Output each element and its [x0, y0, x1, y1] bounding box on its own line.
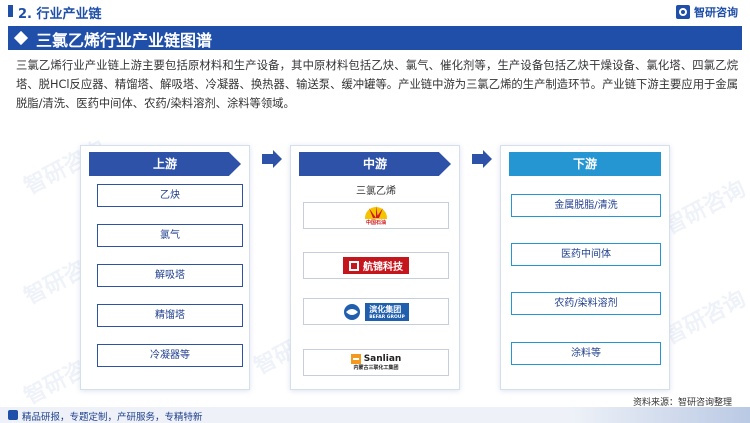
befar-name: 滨化集团: [369, 304, 402, 314]
petrochina-logo-icon: [365, 206, 387, 219]
downstream-header: 下游: [509, 152, 661, 176]
footer-text: 精品研报，专题定制，产研服务，专精特新: [22, 412, 203, 423]
brand: 智研咨询: [676, 4, 738, 20]
company-logo-befar: 滨化集团 BEFAR GROUP: [303, 298, 449, 325]
midstream-product-label: 三氯乙烯: [356, 186, 396, 197]
top-bar: 2. 行业产业链 智研咨询: [0, 0, 750, 22]
upstream-item: 乙炔: [97, 184, 243, 207]
upstream-header: 上游: [89, 152, 241, 176]
downstream-column: 下游 金属脱脂/清洗 医药中间体 农药/染料溶剂 涂料等: [500, 145, 670, 390]
arrow-right-icon: [262, 150, 282, 168]
downstream-item: 农药/染料溶剂: [511, 292, 661, 315]
downstream-item: 金属脱脂/清洗: [511, 194, 661, 217]
upstream-item: 精馏塔: [97, 304, 243, 327]
company-logo-petrochina: 中国石油: [303, 202, 449, 229]
befar-logo-icon: [344, 303, 361, 320]
upstream-item: 冷凝器等: [97, 344, 243, 367]
downstream-item: 医药中间体: [511, 243, 661, 266]
brand-name: 智研咨询: [694, 6, 738, 19]
midstream-header: 中游: [299, 152, 451, 176]
intro-paragraph: 三氯乙烯行业产业链上游主要包括原材料和生产设备，其中原材料包括乙炔、氯气、催化剂…: [16, 59, 738, 110]
upstream-column: 上游 乙炔 氯气 解吸塔 精馏塔 冷凝器等: [80, 145, 250, 390]
sanlian-subtitle: 内蒙古三联化工集团: [353, 365, 399, 371]
section-title: 2. 行业产业链: [18, 7, 102, 22]
section-marker: [8, 5, 13, 17]
upstream-item: 解吸塔: [97, 264, 243, 287]
footer-decoration: [570, 407, 750, 423]
hangjin-logo-icon: [349, 260, 359, 271]
petrochina-name: 中国石油: [365, 220, 386, 226]
company-logo-sanlian: Sanlian 内蒙古三联化工集团: [303, 349, 449, 376]
downstream-item: 涂料等: [511, 342, 661, 365]
upstream-item: 氯气: [97, 224, 243, 247]
befar-subtitle: BEFAR GROUP: [369, 314, 405, 320]
footer-bar: 精品研报，专题定制，产研服务，专精特新: [0, 407, 750, 423]
page-title: 三氯乙烯行业产业链图谱: [36, 31, 213, 50]
footer-logo-icon: [8, 410, 18, 420]
sanlian-name: Sanlian: [363, 354, 402, 364]
watermark: 智研咨询: [660, 286, 750, 350]
midstream-column: 中游 三氯乙烯 中国石油 航锦科技 滨化集团 BEFAR GROUP Sanli…: [290, 145, 460, 390]
hangjin-name: 航锦科技: [363, 262, 403, 273]
arrow-right-icon: [472, 150, 492, 168]
title-banner: 三氯乙烯行业产业链图谱: [8, 26, 742, 50]
watermark: 智研咨询: [660, 176, 750, 240]
company-logo-hangjin: 航锦科技: [303, 252, 449, 279]
diamond-icon: [13, 30, 29, 46]
brand-logo-icon: [676, 5, 690, 19]
sanlian-logo-icon: [350, 354, 361, 364]
